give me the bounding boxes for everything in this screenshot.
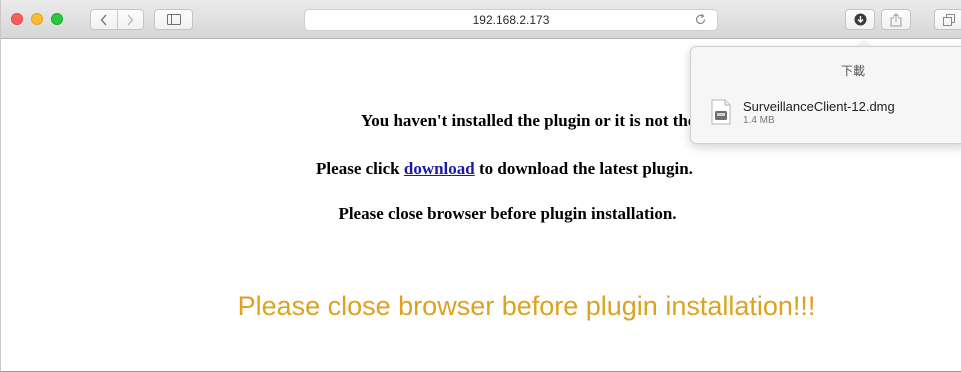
downloads-popover: 下載 SurveillanceClient-12.dmg 1.4 MB <box>690 46 961 144</box>
chevron-left-icon <box>100 14 107 25</box>
close-window-button[interactable] <box>11 13 23 25</box>
address-bar[interactable]: 192.168.2.173 <box>304 9 718 31</box>
back-button[interactable] <box>91 10 117 29</box>
maximize-window-button[interactable] <box>51 13 63 25</box>
close-browser-warning: Please close browser before plugin insta… <box>237 291 816 321</box>
download-icon <box>854 13 866 26</box>
download-file-size: 1.4 MB <box>743 115 775 126</box>
chevron-right-icon <box>127 14 134 25</box>
download-link[interactable]: download <box>404 159 475 178</box>
url-text: 192.168.2.173 <box>472 13 550 27</box>
sidebar-icon <box>166 14 181 25</box>
downloads-title: 下載 <box>841 64 866 78</box>
instruction-prefix: Please click <box>316 159 404 178</box>
download-instruction: Please click download to download the la… <box>24 159 961 179</box>
tabs-overview-button[interactable] <box>934 9 961 30</box>
dmg-file-icon <box>711 99 731 125</box>
reload-icon[interactable] <box>694 13 707 26</box>
tabs-icon <box>943 13 955 26</box>
instruction-suffix: to download the latest plugin. <box>474 159 693 178</box>
browser-toolbar: 192.168.2.173 <box>1 0 961 39</box>
nav-button-group <box>90 9 144 30</box>
minimize-window-button[interactable] <box>31 13 43 25</box>
download-file-name: SurveillanceClient-12.dmg <box>743 99 895 114</box>
share-icon <box>890 12 902 26</box>
close-browser-note: Please close browser before plugin insta… <box>338 204 677 223</box>
share-button[interactable] <box>881 9 911 30</box>
forward-button[interactable] <box>118 10 144 29</box>
sidebar-button[interactable] <box>154 9 193 30</box>
browser-window: 192.168.2.173 You haven't installed the … <box>0 0 961 372</box>
downloads-button[interactable] <box>845 9 875 30</box>
